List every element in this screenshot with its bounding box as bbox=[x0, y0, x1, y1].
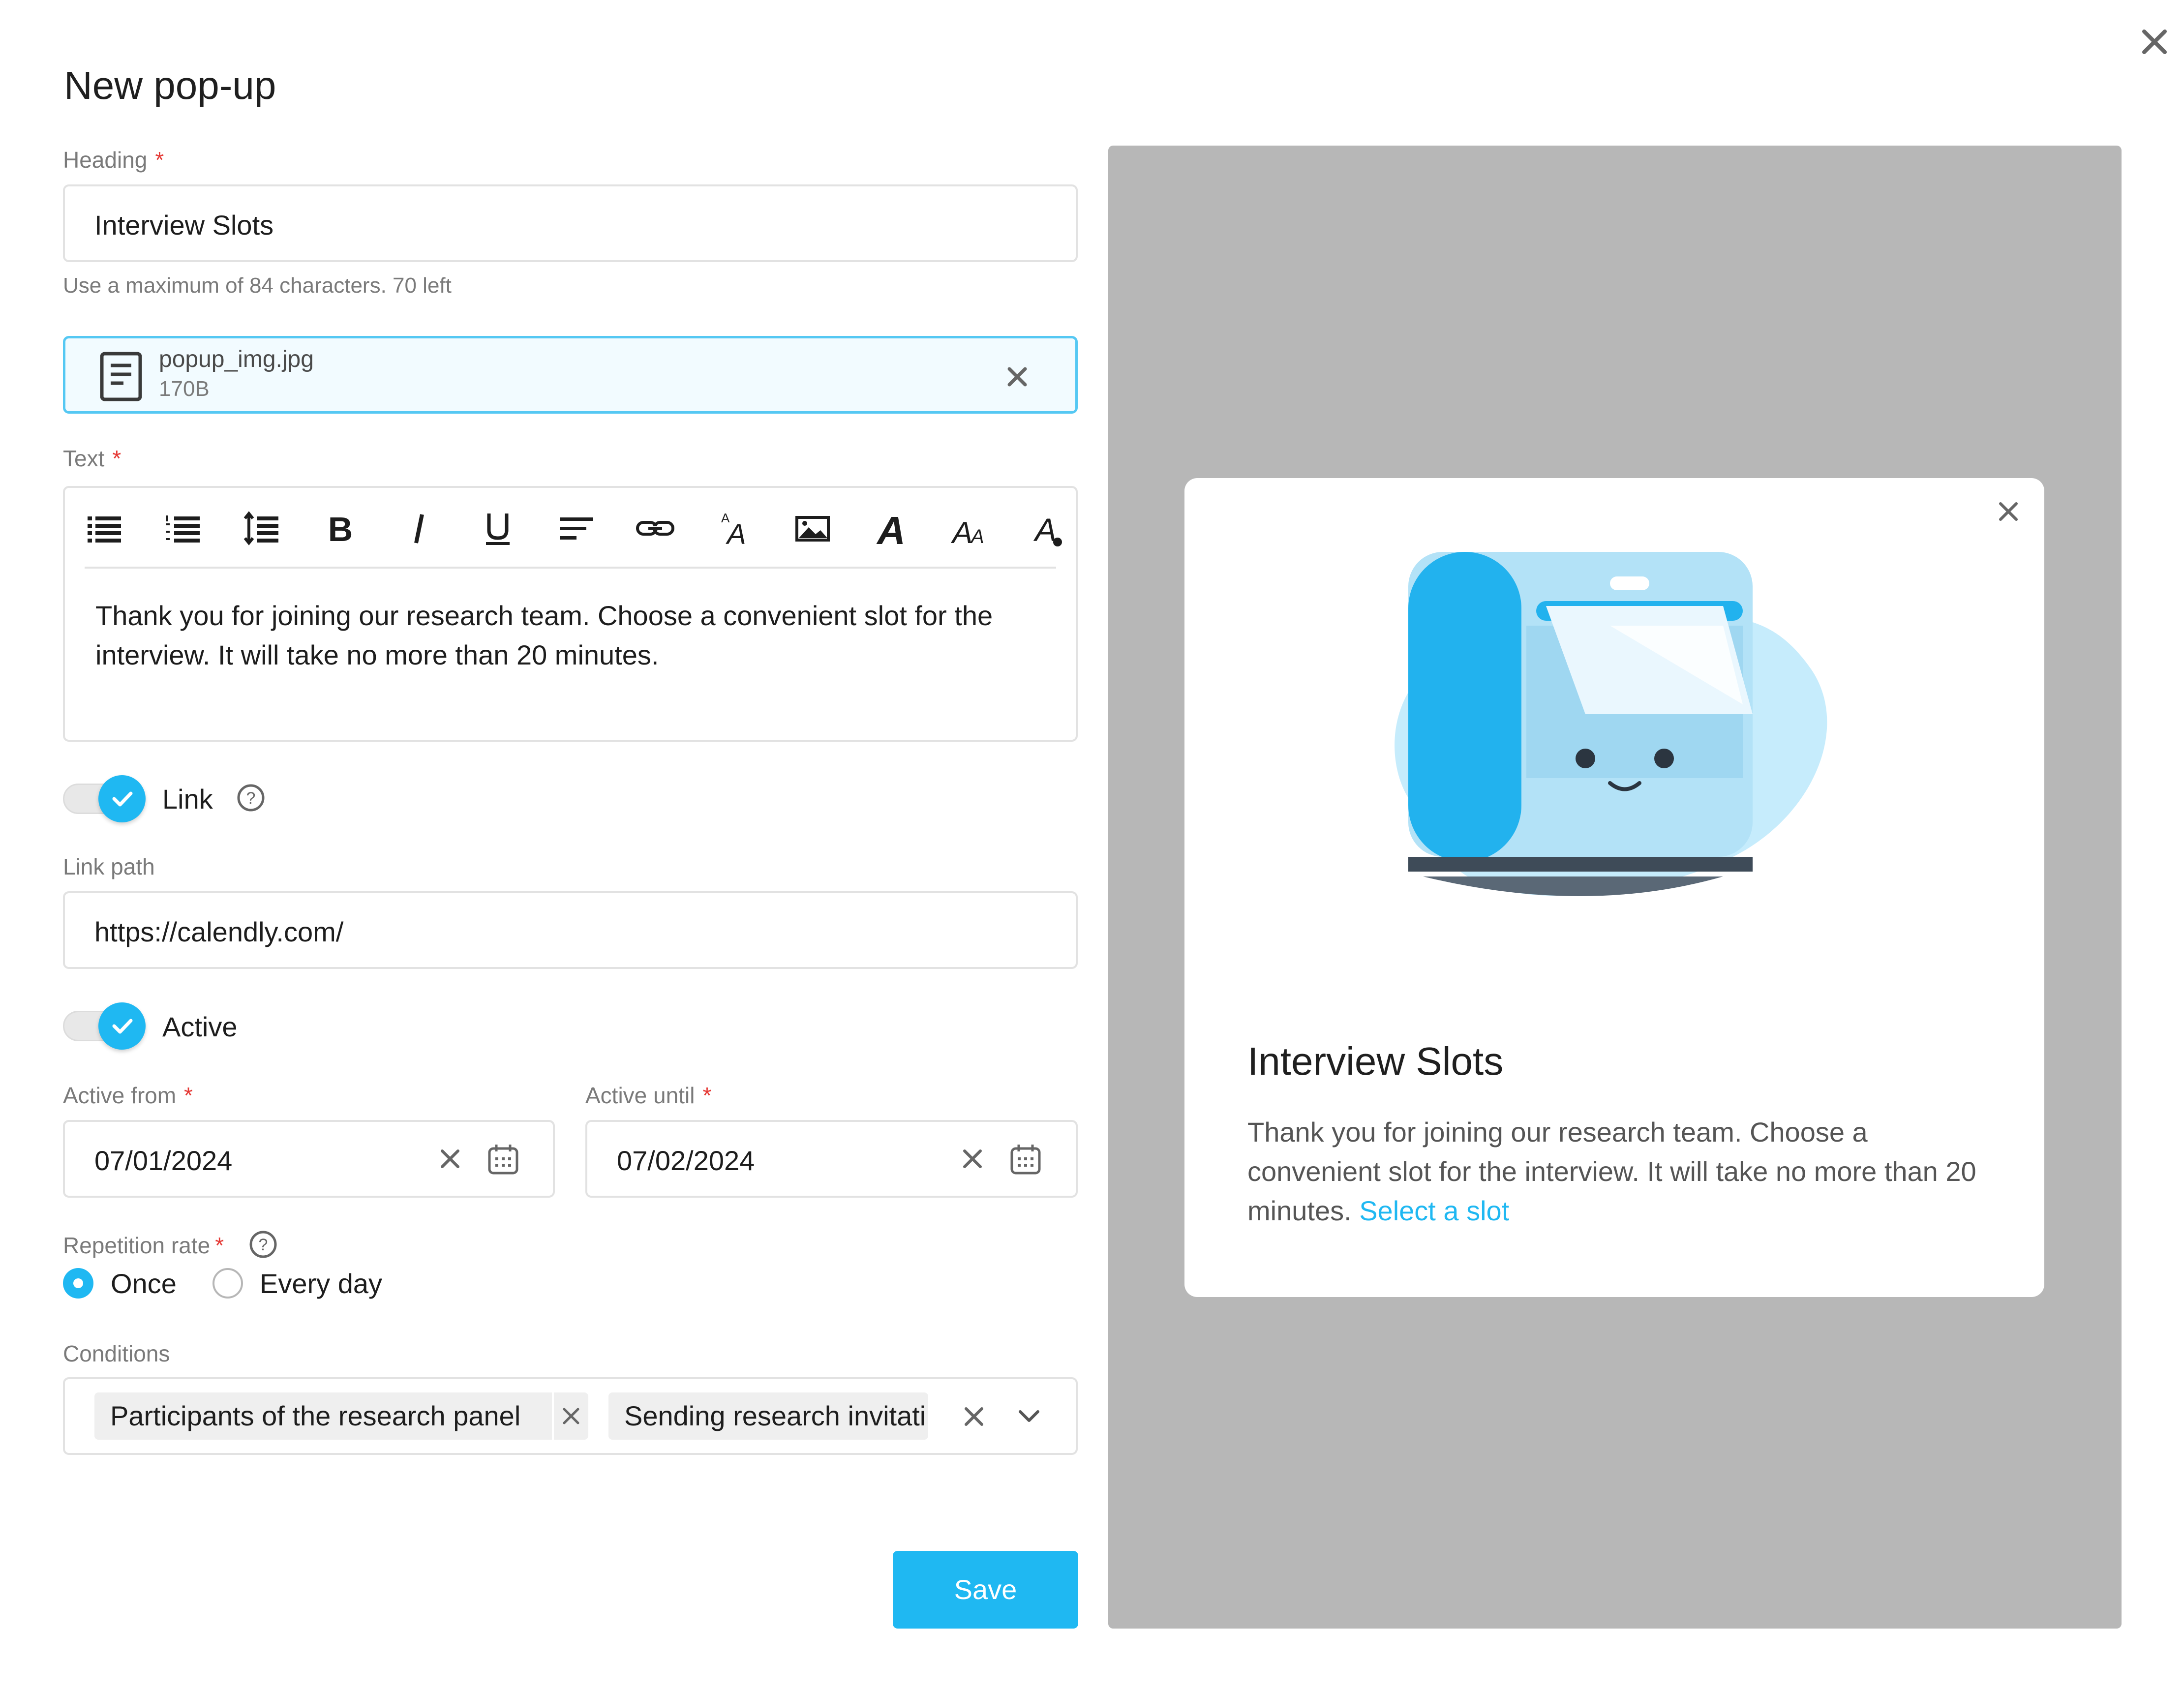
svg-text:A: A bbox=[876, 509, 906, 548]
image-icon[interactable] bbox=[793, 509, 832, 548]
active-from-input[interactable]: 07/01/2024 bbox=[63, 1120, 555, 1198]
link-path-value: https://calendly.com/ bbox=[94, 916, 344, 947]
svg-text:A: A bbox=[1033, 512, 1057, 548]
radio-once[interactable] bbox=[63, 1268, 93, 1299]
heading-hint: Use a maximum of 84 characters. 70 left bbox=[63, 273, 452, 298]
active-until-label: Active until * bbox=[585, 1083, 712, 1108]
underline-icon[interactable] bbox=[478, 509, 517, 548]
heading-input[interactable]: Interview Slots bbox=[63, 184, 1078, 262]
text-color-icon[interactable]: A bbox=[1029, 509, 1068, 548]
popup-text: Thank you for joining our research team.… bbox=[1247, 1117, 1976, 1226]
radio-every-day-label: Every day bbox=[260, 1268, 382, 1299]
link-icon[interactable] bbox=[636, 509, 675, 548]
line-spacing-icon[interactable] bbox=[242, 509, 281, 548]
mailbox-illustration bbox=[1395, 552, 1827, 896]
popup-preview: Interview Slots Thank you for joining ou… bbox=[1184, 478, 2044, 1297]
svg-text:A: A bbox=[950, 516, 972, 548]
active-from-label: Active from * bbox=[63, 1083, 193, 1108]
conditions-select[interactable]: Participants of the research panel Sendi… bbox=[63, 1377, 1078, 1455]
conditions-label: Conditions bbox=[63, 1341, 170, 1366]
bold-icon[interactable]: B bbox=[321, 509, 360, 548]
active-toggle-label: Active bbox=[162, 1011, 238, 1042]
link-toggle-knob[interactable] bbox=[98, 775, 146, 822]
numbered-list-icon[interactable] bbox=[163, 509, 203, 548]
chip-divider bbox=[552, 1392, 554, 1440]
close-dialog-icon[interactable] bbox=[2132, 20, 2177, 64]
calendar-icon[interactable] bbox=[485, 1142, 521, 1177]
popup-close-icon[interactable] bbox=[1994, 497, 2023, 526]
radio-every-day[interactable] bbox=[212, 1268, 243, 1299]
remove-file-icon[interactable] bbox=[1002, 362, 1032, 392]
condition-chip-label: Sending research invitati bbox=[624, 1400, 926, 1431]
svg-text:A: A bbox=[970, 526, 984, 547]
active-toggle-knob[interactable] bbox=[98, 1002, 146, 1050]
active-until-value: 07/02/2024 bbox=[617, 1145, 755, 1176]
chevron-down-icon[interactable] bbox=[1014, 1403, 1044, 1430]
text-editor[interactable]: B A A A A A A Thank you for joining our … bbox=[63, 486, 1078, 742]
help-icon[interactable]: ? bbox=[248, 1230, 278, 1259]
save-button[interactable]: Save bbox=[893, 1551, 1078, 1629]
text-case-icon[interactable]: A A bbox=[950, 509, 990, 548]
check-icon bbox=[112, 1019, 133, 1034]
svg-text:?: ? bbox=[259, 1236, 268, 1254]
active-until-input[interactable]: 07/02/2024 bbox=[585, 1120, 1078, 1198]
clear-date-icon[interactable] bbox=[436, 1145, 464, 1173]
heading-label: Heading * bbox=[63, 147, 164, 173]
file-size: 170B bbox=[159, 377, 210, 401]
condition-chip: Participants of the research panel bbox=[94, 1392, 588, 1440]
calendar-icon[interactable] bbox=[1008, 1142, 1043, 1177]
link-toggle-label: Link bbox=[162, 784, 213, 815]
condition-chip: Sending research invitati bbox=[608, 1392, 928, 1440]
link-path-input[interactable]: https://calendly.com/ bbox=[63, 891, 1078, 969]
clear-date-icon[interactable] bbox=[959, 1145, 986, 1173]
file-name: popup_img.jpg bbox=[159, 346, 314, 372]
align-left-icon[interactable] bbox=[557, 509, 596, 548]
italic-icon[interactable] bbox=[399, 509, 439, 548]
svg-text:?: ? bbox=[246, 789, 256, 808]
heading-value: Interview Slots bbox=[94, 210, 274, 241]
attached-file: popup_img.jpg 170B bbox=[63, 336, 1078, 414]
font-family-icon[interactable]: A bbox=[872, 509, 911, 548]
link-path-label: Link path bbox=[63, 854, 155, 879]
check-icon bbox=[112, 791, 133, 807]
svg-text:B: B bbox=[328, 510, 353, 548]
remove-chip-icon[interactable] bbox=[559, 1404, 583, 1428]
editor-content[interactable]: Thank you for joining our research team.… bbox=[95, 596, 1045, 675]
bulleted-list-icon[interactable] bbox=[85, 509, 124, 548]
popup-title: Interview Slots bbox=[1247, 1039, 1504, 1083]
repetition-label: Repetition rate * bbox=[63, 1233, 224, 1258]
popup-link[interactable]: Select a slot bbox=[1359, 1195, 1509, 1226]
radio-once-label: Once bbox=[111, 1268, 177, 1299]
svg-text:A: A bbox=[726, 518, 746, 548]
help-icon[interactable]: ? bbox=[236, 783, 266, 813]
clear-conditions-icon[interactable] bbox=[960, 1403, 988, 1430]
active-from-value: 07/01/2024 bbox=[94, 1145, 233, 1176]
page-title: New pop-up bbox=[64, 63, 276, 107]
toolbar-divider bbox=[85, 567, 1056, 569]
text-label: Text * bbox=[63, 446, 121, 471]
condition-chip-label: Participants of the research panel bbox=[110, 1400, 521, 1431]
document-icon bbox=[100, 352, 142, 401]
font-size-icon[interactable]: A A bbox=[714, 509, 754, 548]
